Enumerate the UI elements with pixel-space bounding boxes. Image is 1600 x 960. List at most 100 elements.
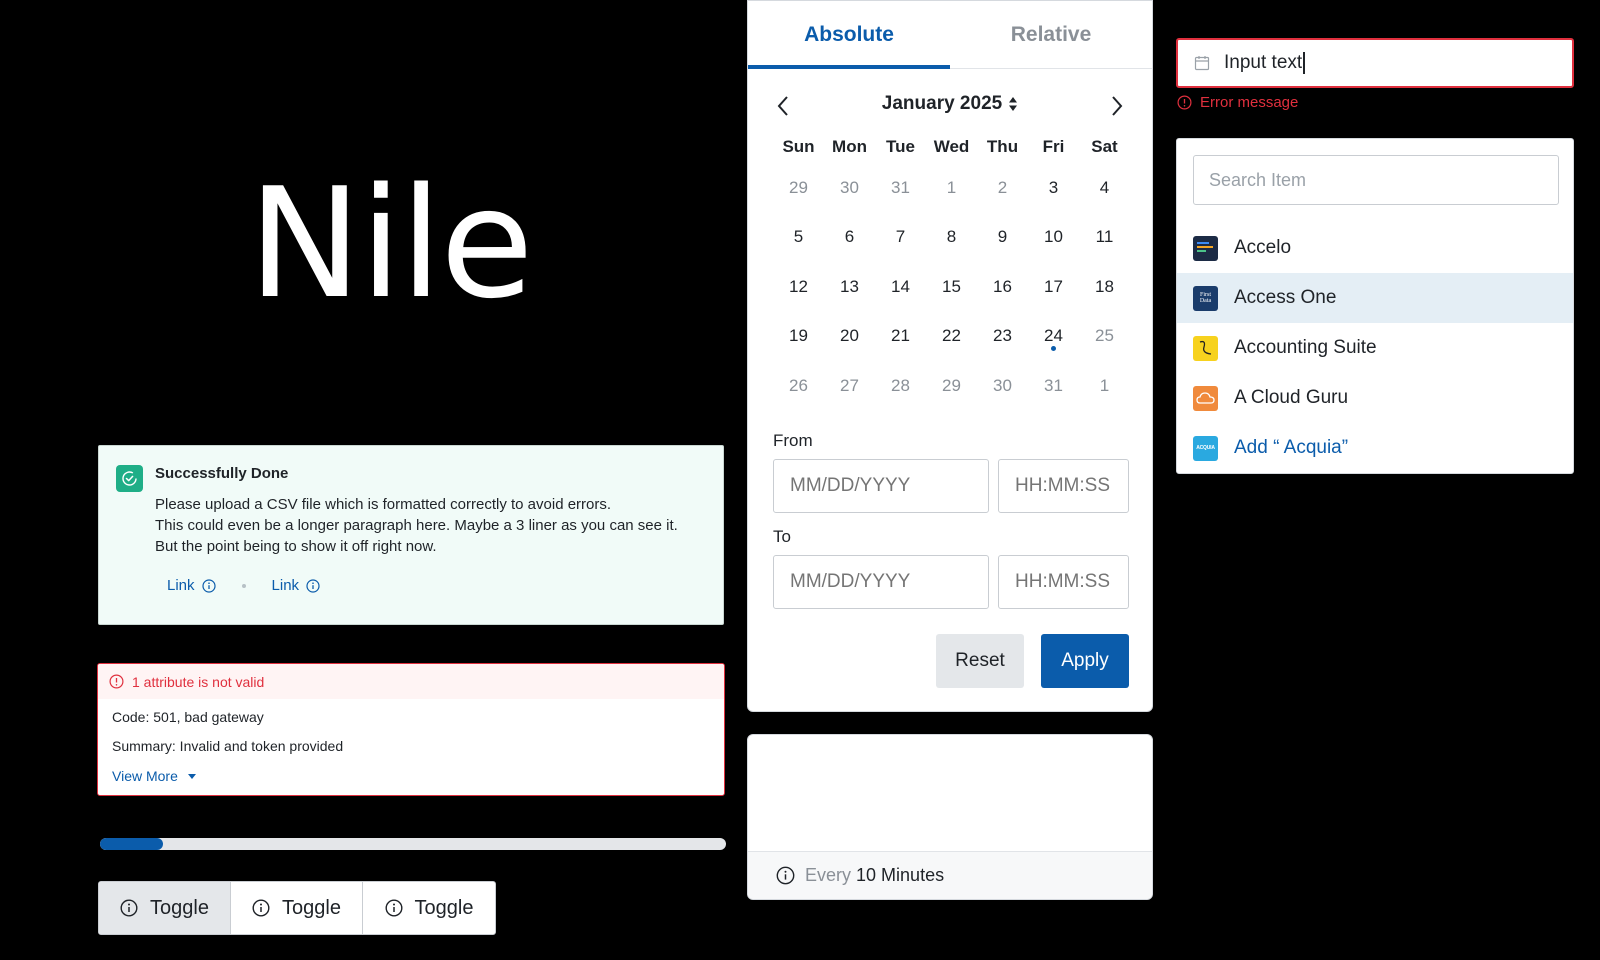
error-summary: Summary: Invalid and token provided — [112, 738, 344, 754]
acquia-logo-icon: ACQUIA — [1193, 435, 1218, 461]
calendar-day[interactable]: 6 — [824, 213, 875, 263]
weekday-header: Sat — [1091, 137, 1118, 156]
calendar-day-today[interactable]: 24 — [1028, 312, 1079, 362]
reset-button[interactable]: Reset — [936, 634, 1024, 688]
link-label: Link — [271, 577, 300, 594]
calendar-day[interactable]: 28 — [875, 361, 926, 411]
link-separator — [241, 583, 246, 588]
dropdown-option[interactable]: Accelo — [1177, 223, 1573, 273]
schedule-value: 10 Minutes — [856, 865, 945, 885]
text-input-error[interactable]: Input text — [1176, 38, 1574, 88]
info-icon — [385, 899, 403, 917]
calendar-day[interactable]: 30 — [824, 163, 875, 213]
month-navigation: January 2025 — [748, 87, 1152, 123]
calendar-day[interactable]: 30 — [977, 361, 1028, 411]
weekday-header: Mon — [832, 137, 867, 156]
calendar-day[interactable]: 19 — [773, 312, 824, 362]
toggle-group: Toggle Toggle Toggle — [98, 881, 496, 935]
info-icon — [252, 899, 270, 917]
schedule-card: Every 10 Minutes — [747, 734, 1153, 900]
calendar-day[interactable]: 31 — [1028, 361, 1079, 411]
calendar-day[interactable]: 2 — [977, 163, 1028, 213]
calendar-day[interactable]: 23 — [977, 312, 1028, 362]
month-selector[interactable]: January 2025 — [748, 93, 1152, 115]
error-alert: 1 attribute is not valid Code: 501, bad … — [97, 663, 725, 796]
success-alert-link[interactable]: Link — [272, 577, 321, 594]
option-label: A Cloud Guru — [1234, 387, 1349, 408]
view-more-link[interactable]: View More — [112, 768, 196, 784]
calendar-day[interactable]: 12 — [773, 262, 824, 312]
info-icon — [306, 578, 320, 593]
calendar-day[interactable]: 29 — [926, 361, 977, 411]
tab-relative[interactable]: Relative — [950, 1, 1152, 68]
success-alert-link[interactable]: Link — [167, 577, 216, 594]
tab-absolute[interactable]: Absolute — [748, 1, 950, 69]
weekday-header: Tue — [886, 137, 915, 156]
add-option[interactable]: ACQUIA Add “ Acquia” — [1177, 423, 1573, 473]
error-code: Code: 501, bad gateway — [112, 709, 264, 725]
calendar-day[interactable]: 27 — [824, 361, 875, 411]
chevron-right-icon — [1112, 96, 1123, 116]
calendar-day[interactable]: 16 — [977, 262, 1028, 312]
toggle-label: Toggle — [150, 896, 209, 919]
toggle-button[interactable]: Toggle — [363, 882, 495, 934]
alert-circle-icon — [1177, 95, 1192, 110]
calendar-day[interactable]: 13 — [824, 262, 875, 312]
toggle-label: Toggle — [282, 896, 341, 919]
calendar-day[interactable]: 26 — [773, 361, 824, 411]
dropdown-option[interactable]: First Data Access One — [1177, 273, 1573, 323]
dropdown-option[interactable]: A Cloud Guru — [1177, 373, 1573, 423]
calendar-day[interactable]: 17 — [1028, 262, 1079, 312]
calendar-day[interactable]: 15 — [926, 262, 977, 312]
to-date-input[interactable] — [773, 555, 989, 609]
calendar-day[interactable]: 10 — [1028, 213, 1079, 263]
calendar-day[interactable]: 8 — [926, 213, 977, 263]
weekday-header: Thu — [986, 137, 1019, 156]
calendar-day[interactable]: 1 — [926, 163, 977, 213]
to-label: To — [773, 527, 791, 546]
next-month-button[interactable] — [1110, 95, 1124, 117]
calendar-day[interactable]: 22 — [926, 312, 977, 362]
search-dropdown: Accelo First Data Access One Accounting … — [1176, 138, 1574, 474]
option-label: Access One — [1234, 287, 1337, 308]
calendar-day[interactable]: 1 — [1079, 361, 1130, 411]
weekday-header: Fri — [1042, 137, 1065, 156]
calendar-day[interactable]: 14 — [875, 262, 926, 312]
calendar-day[interactable]: 9 — [977, 213, 1028, 263]
calendar-day[interactable]: 31 — [875, 163, 926, 213]
weekday-header: Sun — [782, 137, 815, 156]
calendar-day[interactable]: 11 — [1079, 213, 1130, 263]
from-label: From — [773, 431, 813, 450]
info-icon — [201, 578, 216, 593]
caret-down-icon — [187, 773, 196, 779]
calendar-day[interactable]: 18 — [1079, 262, 1130, 312]
from-time-input[interactable] — [998, 459, 1129, 513]
toggle-button[interactable]: Toggle — [231, 882, 363, 934]
calendar-day[interactable]: 7 — [875, 213, 926, 263]
date-picker: Absolute Relative January 2025 Sun Mon Tue… — [747, 0, 1153, 712]
toggle-button[interactable]: Toggle — [99, 882, 231, 934]
calendar-day[interactable]: 3 — [1028, 163, 1079, 213]
calendar-icon — [1194, 56, 1210, 71]
calendar-day[interactable]: 4 — [1079, 163, 1130, 213]
info-icon — [120, 899, 138, 917]
calendar-day[interactable]: 5 — [773, 213, 824, 263]
option-label: Accelo — [1234, 237, 1292, 258]
option-label: Accounting Suite — [1234, 337, 1377, 358]
calendar-day[interactable]: 20 — [824, 312, 875, 362]
calendar-day[interactable]: 29 — [773, 163, 824, 213]
dropdown-option[interactable]: Accounting Suite — [1177, 323, 1573, 373]
sort-arrows-icon — [1009, 97, 1018, 111]
from-date-input[interactable] — [773, 459, 989, 513]
to-time-input[interactable] — [998, 555, 1129, 609]
accounting-suite-logo-icon — [1193, 335, 1218, 361]
search-input[interactable] — [1193, 155, 1559, 205]
success-alert-title: Successfully Done — [155, 465, 289, 482]
cloud-guru-logo-icon — [1193, 385, 1218, 411]
calendar-day[interactable]: 21 — [875, 312, 926, 362]
schedule-footer: Every 10 Minutes — [748, 851, 1152, 899]
apply-button[interactable]: Apply — [1041, 634, 1129, 688]
brand-wordmark: Nile — [248, 155, 534, 332]
calendar-day[interactable]: 25 — [1079, 312, 1130, 362]
date-picker-tabs: Absolute Relative — [748, 1, 1152, 69]
